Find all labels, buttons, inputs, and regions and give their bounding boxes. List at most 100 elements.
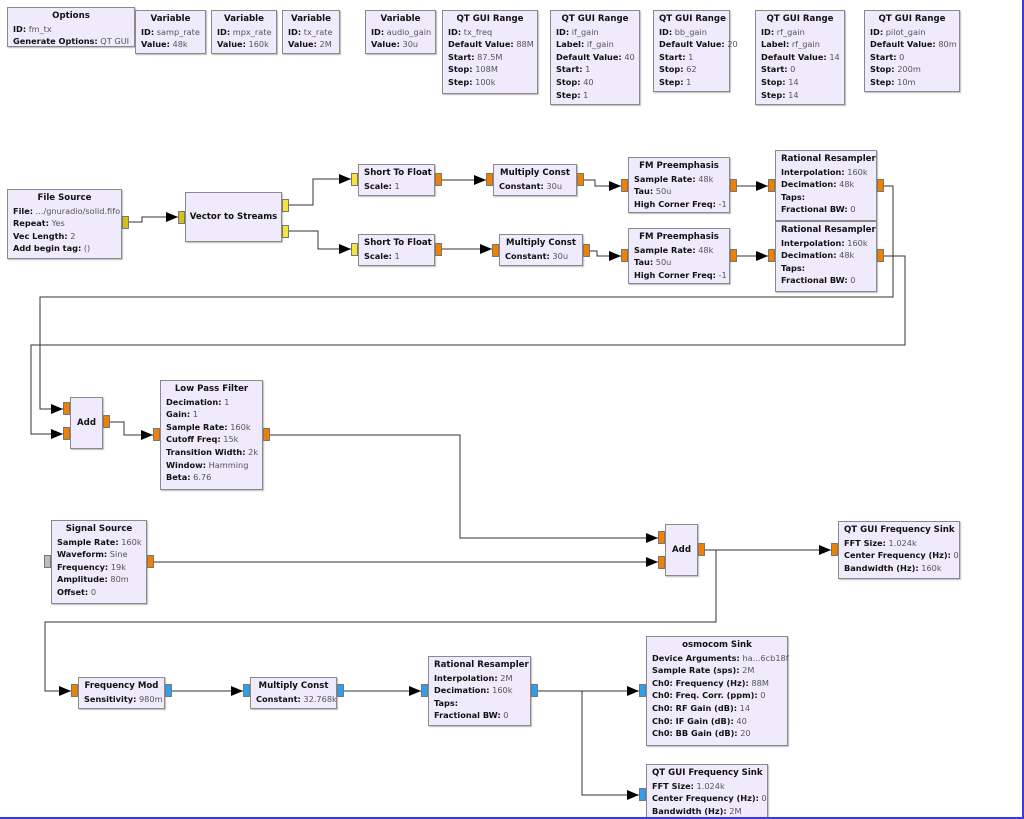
param-key: FFT Size:: [844, 537, 886, 548]
param-value: if_gain: [586, 39, 614, 50]
file-source-block[interactable]: File Source File: .../gnuradio/solid.fifo…: [7, 189, 122, 259]
input-port[interactable]: [639, 684, 646, 697]
block-param: Ch0: RF Gain (dB): 14: [652, 702, 782, 715]
osmocom-sink-block[interactable]: osmocom Sink Device Arguments: ha...6cb18…: [646, 636, 789, 746]
connection-wire[interactable]: [270, 434, 658, 539]
block-title: Variable: [380, 14, 421, 24]
short-to-float-block-2[interactable]: Short To Float Scale: 1: [358, 234, 435, 266]
variable-audio-gain[interactable]: Variable ID: audio_gain Value: 30u: [365, 10, 436, 54]
input-port[interactable]: [153, 428, 160, 441]
input-port[interactable]: [621, 249, 628, 262]
output-port[interactable]: [877, 179, 884, 192]
block-title: QT GUI Range: [659, 14, 726, 24]
add-block-2[interactable]: Add: [665, 524, 698, 576]
output-port[interactable]: [583, 244, 590, 257]
output-port[interactable]: [263, 428, 270, 441]
output-port[interactable]: [698, 543, 705, 556]
output-port[interactable]: [531, 684, 538, 697]
input-port[interactable]: [768, 179, 775, 192]
multiply-const-block-2[interactable]: Multiply Const Constant: 30u: [499, 234, 583, 266]
input-port[interactable]: [492, 244, 499, 257]
input-port[interactable]: [831, 543, 838, 556]
input-port[interactable]: [639, 788, 646, 801]
fm-preemphasis-block-1[interactable]: FM Preemphasis Sample Rate: 48k Tau: 50u Hi…: [628, 157, 730, 213]
param-value: audio_gain: [386, 26, 432, 37]
block-param: Add begin tag: (): [13, 242, 116, 255]
input-port[interactable]: [71, 684, 78, 697]
block-param: Label: rf_gain: [761, 38, 839, 51]
input-port[interactable]: [351, 173, 358, 186]
options-block[interactable]: Options ID: fm_tx Generate Options: QT GUI: [7, 7, 135, 47]
arrow-head-icon: [339, 244, 351, 254]
qt-gui-frequency-sink-block-1[interactable]: QT GUI Frequency Sink FFT Size: 1.024k Cen…: [838, 521, 960, 579]
qt-gui-range-tx-freq[interactable]: QT GUI Range ID: tx_freq Default Value: 88…: [442, 10, 538, 94]
param-value: 100k: [475, 76, 496, 87]
block-param: Interpolation: 160k: [781, 166, 871, 179]
short-to-float-block-1[interactable]: Short To Float Scale: 1: [358, 164, 435, 196]
output-port[interactable]: [877, 249, 884, 262]
input-port[interactable]: [768, 249, 775, 262]
output-port[interactable]: [122, 216, 129, 229]
variable-samp-rate[interactable]: Variable ID: samp_rate Value: 48k: [135, 10, 206, 54]
output-port[interactable]: [165, 684, 172, 697]
block-param: Fractional BW: 0: [781, 274, 871, 287]
input-port[interactable]: [63, 402, 70, 415]
add-block-1[interactable]: Add: [70, 397, 103, 449]
output-port[interactable]: [435, 173, 442, 186]
qt-gui-range-rf-gain[interactable]: QT GUI Range ID: rf_gain Label: rf_gain Def…: [755, 10, 845, 105]
block-title: QT GUI Range: [456, 14, 524, 24]
param-key: Tau:: [634, 257, 654, 268]
input-port[interactable]: [243, 684, 250, 697]
input-port[interactable]: [658, 556, 665, 569]
variable-mpx-rate[interactable]: Variable ID: mpx_rate Value: 160k: [211, 10, 277, 54]
low-pass-filter-block[interactable]: Low Pass Filter Decimation: 1 Gain: 1 Sampl…: [160, 380, 263, 490]
rational-resampler-block-3[interactable]: Rational Resampler Interpolation: 2M Decim…: [428, 656, 531, 726]
input-port[interactable]: [351, 243, 358, 256]
frequency-mod-block[interactable]: Frequency Mod Sensitivity: 980m: [78, 677, 165, 709]
input-port[interactable]: [44, 555, 51, 568]
input-port[interactable]: [421, 684, 428, 697]
input-port[interactable]: [658, 531, 665, 544]
qt-gui-range-bb-gain[interactable]: QT GUI Range ID: bb_gain Default Value: 20…: [653, 10, 738, 92]
output-port[interactable]: [730, 179, 737, 192]
param-key: Label:: [761, 39, 790, 50]
fm-preemphasis-block-2[interactable]: FM Preemphasis Sample Rate: 48k Tau: 50u Hi…: [628, 228, 730, 284]
output-port[interactable]: [282, 225, 289, 238]
qt-gui-frequency-sink-block-2[interactable]: QT GUI Frequency Sink FFT Size: 1.024k Cen…: [646, 764, 768, 817]
param-value: 1.024k: [696, 780, 725, 791]
qt-gui-range-if-gain[interactable]: QT GUI Range ID: if_gain Label: if_gain Def…: [550, 10, 640, 105]
multiply-const-block-1[interactable]: Multiply Const Constant: 30u: [493, 164, 577, 196]
input-port[interactable]: [621, 179, 628, 192]
input-port[interactable]: [178, 211, 185, 224]
arrow-head-icon: [756, 251, 768, 261]
rational-resampler-block-1[interactable]: Rational Resampler Interpolation: 160k Dec…: [775, 150, 877, 221]
output-port[interactable]: [147, 555, 154, 568]
output-port[interactable]: [282, 199, 289, 212]
rational-resampler-block-2[interactable]: Rational Resampler Interpolation: 160k Dec…: [775, 221, 877, 292]
input-port[interactable]: [63, 427, 70, 440]
input-port[interactable]: [486, 173, 493, 186]
param-key: Center Frequency (Hz):: [652, 793, 759, 804]
connection-wire[interactable]: [289, 178, 351, 206]
output-port[interactable]: [337, 684, 344, 697]
signal-source-block[interactable]: Signal Source Sample Rate: 160k Waveform: …: [51, 520, 147, 604]
flowgraph-canvas[interactable]: Options ID: fm_tx Generate Options: QT GUI…: [0, 0, 1024, 819]
output-port[interactable]: [435, 243, 442, 256]
param-key: Sample Rate:: [634, 173, 696, 184]
variable-tx-rate[interactable]: Variable ID: tx_rate Value: 2M: [282, 10, 340, 54]
block-param: Value: 30u: [371, 38, 430, 51]
block-param: Beta: 6.76: [166, 471, 257, 484]
output-port[interactable]: [730, 249, 737, 262]
param-key: ID:: [870, 26, 884, 37]
param-value: 80m: [110, 574, 129, 585]
block-title: Rational Resampler: [781, 154, 876, 164]
vector-to-streams-block[interactable]: Vector to Streams: [185, 192, 282, 242]
multiply-const-block-3[interactable]: Multiply Const Constant: 32.768k: [250, 677, 337, 709]
connection-wire[interactable]: [581, 691, 639, 796]
output-port[interactable]: [103, 415, 110, 428]
qt-gui-range-pilot-gain[interactable]: QT GUI Range ID: pilot_gain Default Value:…: [864, 10, 960, 92]
block-param: Decimation: 1: [166, 396, 257, 409]
param-value: 48k: [698, 244, 714, 255]
param-value: 30u: [552, 250, 569, 261]
output-port[interactable]: [577, 173, 584, 186]
